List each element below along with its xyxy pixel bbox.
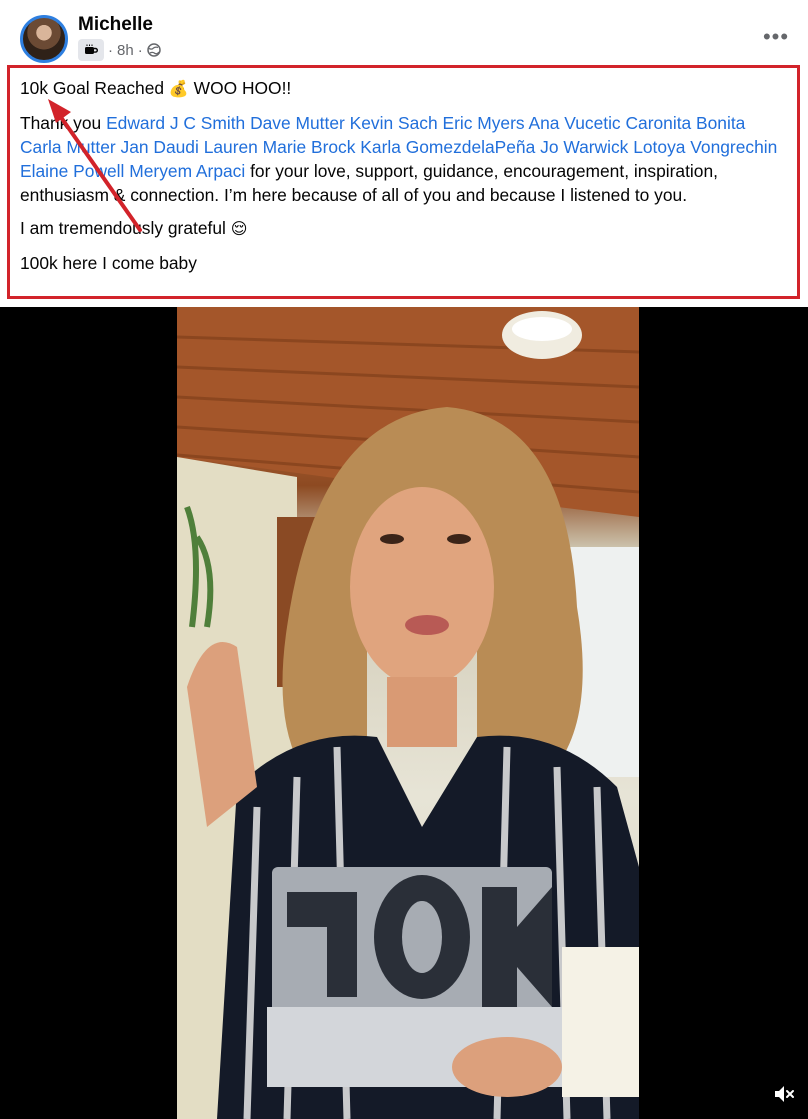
post-text-grateful: I am tremendously grateful 😌	[20, 216, 787, 242]
video-player[interactable]	[0, 307, 808, 1119]
thanks-suffix: for your love, support, guidance, encour…	[20, 161, 718, 205]
mention-link[interactable]: Carla Mutter	[20, 137, 116, 157]
goal-text: 10k Goal Reached	[20, 78, 165, 98]
mention-link[interactable]: Eric Myers	[442, 113, 524, 133]
meta-separator: ·	[108, 41, 113, 59]
post-meta: · 8h ·	[78, 39, 161, 61]
post-header: Michelle · 8h · •••	[0, 0, 808, 64]
thanks-prefix: Thank you	[20, 113, 102, 133]
video-frame[interactable]	[177, 307, 639, 1119]
relieved-face-emoji: 😌	[230, 221, 248, 238]
mention-link[interactable]: Lotoya Vongrechin	[633, 137, 777, 157]
author-name[interactable]: Michelle	[78, 14, 153, 36]
mention-link[interactable]: Karla GomezdelaPeña	[360, 137, 535, 157]
mention-link[interactable]: Elaine Powell	[20, 161, 124, 181]
mention-link[interactable]: Kevin Sach	[350, 113, 438, 133]
mention-link[interactable]: Lauren Marie Brock	[204, 137, 356, 157]
video-still-illustration	[177, 307, 639, 1119]
mention-link[interactable]: Edward J C Smith	[106, 113, 245, 133]
post-text-closing: 100k here I come baby	[20, 253, 197, 273]
facebook-post: Michelle · 8h · ••• 10k Goal Reached 💰 W…	[0, 0, 808, 1119]
post-text-thanks: Thank you Edward J C Smith Dave Mutter K…	[20, 111, 787, 207]
meta-separator-2: ·	[137, 41, 143, 59]
grateful-text: I am tremendously grateful	[20, 218, 226, 238]
mention-link[interactable]: Jan Daudi	[121, 137, 199, 157]
post-time[interactable]: 8h	[117, 42, 134, 59]
mention-link[interactable]: Jo Warwick	[540, 137, 628, 157]
woo-hoo-text: WOO HOO!!	[193, 78, 292, 98]
post-text-line-1: 10k Goal Reached 💰 WOO HOO!!	[20, 76, 787, 102]
author-avatar[interactable]	[20, 15, 68, 63]
coffee-cup-icon[interactable]	[78, 39, 104, 61]
mention-link[interactable]: Meryem Arpaci	[129, 161, 245, 181]
globe-icon[interactable]	[146, 43, 161, 57]
mention-link[interactable]: Ana Vucetic Caronita Bonita	[528, 113, 745, 133]
money-bag-emoji: 💰	[168, 81, 189, 98]
more-options-button[interactable]: •••	[758, 22, 794, 52]
mention-link[interactable]: Dave Mutter	[250, 113, 345, 133]
speaker-muted-icon[interactable]	[770, 1080, 798, 1108]
post-text-highlight-box: 10k Goal Reached 💰 WOO HOO!! Thank you E…	[7, 65, 800, 299]
